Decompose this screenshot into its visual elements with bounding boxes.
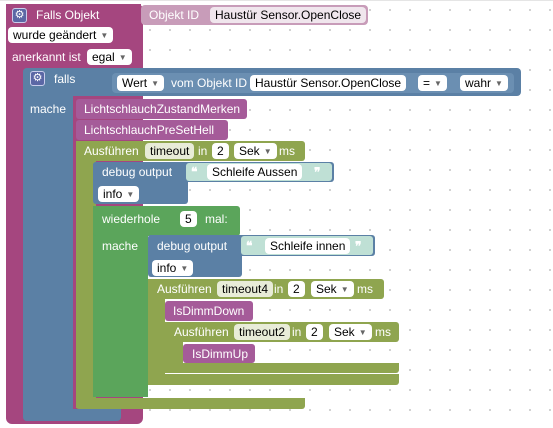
dropdown-arrow-icon: ▼ [340,284,349,294]
call-block-2-label: LichtschlauchPreSetHell [84,123,215,137]
timeout-2-label: Ausführen [174,325,229,339]
operator-label: = [423,76,431,90]
dropdown-arrow-icon: ▼ [358,327,367,337]
repeat-footer [93,385,148,397]
compare-dropdown[interactable]: wahr ▼ [460,75,508,91]
value-dropdown[interactable]: Wert ▼ [117,75,165,91]
call-block-4-label: IsDimmUp [192,347,248,361]
timeout-2-unit: Sek [334,325,355,339]
debug-1-level: info [103,187,123,201]
timeout-2-in-label: in [292,325,302,339]
trigger-ack-value: egal [92,50,115,64]
timeout-2-suffix: ms [375,325,391,339]
dropdown-arrow-icon: ▼ [151,78,160,88]
timeout-4-value[interactable]: 2 [288,281,305,297]
timeout-1-label: Ausführen [84,144,139,158]
dropdown-arrow-icon: ▼ [126,189,135,199]
timeout-block-1-footer [76,398,305,409]
timeout-1-in-label: in [198,144,208,158]
debug-1-level-dropdown[interactable]: info ▼ [98,186,140,202]
trigger-title: Falls Objekt [36,8,100,22]
compare-label: wahr [465,76,492,90]
debug-2-text[interactable]: Schleife innen [265,238,351,254]
operator-dropdown[interactable]: = ▼ [418,75,447,91]
call-block-1-label: LichtschlauchZustandMerken [84,102,241,116]
timeout-2-unit-dropdown[interactable]: Sek ▼ [329,324,372,340]
timeout-block-2-footer [165,363,399,373]
debug-1-text[interactable]: Schleife Aussen [207,164,303,180]
timeout-4-suffix: ms [357,282,373,296]
if-footer-bar [23,409,121,421]
dropdown-arrow-icon: ▼ [100,30,109,40]
timeout-4-in-label: in [274,282,284,296]
timeout-1-unit: Sek [239,144,260,158]
trigger-event-value: wurde geändert [13,28,97,42]
timeout-block-4-footer [148,374,399,385]
dropdown-arrow-icon: ▼ [118,52,127,62]
quote-close-icon: ❞ [355,239,362,253]
trigger-object-id-value[interactable]: Haustür Sensor.OpenClose [210,7,367,23]
gear-icon[interactable]: ⚙ [30,71,45,86]
gear-icon[interactable]: ⚙ [12,8,27,23]
dropdown-arrow-icon: ▼ [434,78,442,88]
debug-2-level-dropdown[interactable]: info ▼ [152,260,194,276]
quote-open-icon: ❝ [191,165,198,179]
call-block-3-label: IsDimmDown [173,304,245,318]
quote-open-icon: ❝ [246,239,253,253]
trigger-object-id-label: Objekt ID [149,8,200,22]
timeout-1-unit-dropdown[interactable]: Sek ▼ [234,143,277,159]
if-do-label: mache [30,102,67,116]
dropdown-arrow-icon: ▼ [180,263,189,273]
value-dropdown-label: Wert [122,76,148,90]
repeat-times-label: mal: [205,212,228,226]
timeout-4-name[interactable]: timeout4 [217,281,274,297]
timeout-1-suffix: ms [279,144,295,158]
timeout-2-name[interactable]: timeout2 [234,324,291,340]
trigger-ack-label: anerkannt ist [12,50,81,64]
timeout-4-unit: Sek [316,282,337,296]
if-label: falls [54,72,76,86]
timeout-4-label: Ausführen [157,282,212,296]
debug-2-label: debug output [157,239,228,253]
trigger-event-dropdown[interactable]: wurde geändert ▼ [8,27,114,43]
trigger-ack-dropdown[interactable]: egal ▼ [87,49,132,65]
if-block[interactable] [23,68,73,421]
dropdown-arrow-icon: ▼ [495,78,503,88]
timeout-4-unit-dropdown[interactable]: Sek ▼ [311,281,354,297]
timeout-2-value[interactable]: 2 [306,324,323,340]
dropdown-arrow-icon: ▼ [263,146,272,156]
timeout-1-value[interactable]: 2 [212,143,229,159]
debug-2-level: info [157,261,177,275]
repeat-count[interactable]: 5 [180,211,197,227]
repeat-do-label: mache [102,239,139,253]
repeat-label: wiederhole [102,212,161,226]
if-object-id-value[interactable]: Haustür Sensor.OpenClose [250,75,407,91]
quote-close-icon: ❞ [314,165,321,179]
from-object-label: vom Objekt ID [171,76,248,90]
debug-1-label: debug output [102,165,173,179]
timeout-1-name[interactable]: timeout [145,143,195,159]
